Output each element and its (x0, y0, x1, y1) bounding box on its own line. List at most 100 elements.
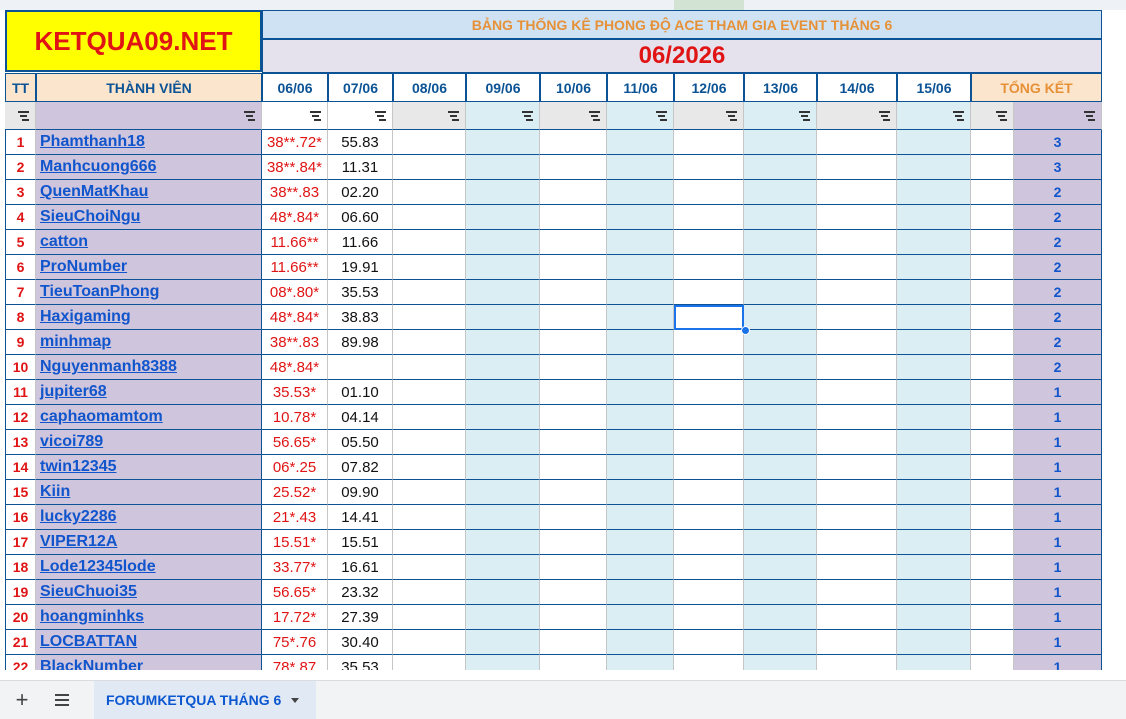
day-0606-cell[interactable]: 48*.84* (262, 355, 328, 380)
member-name-link[interactable]: LOCBATTAN (36, 630, 262, 655)
empty-day-cell[interactable] (607, 305, 674, 330)
empty-day-cell[interactable] (744, 255, 817, 280)
member-name-link[interactable]: caphaomamtom (36, 405, 262, 430)
empty-day-cell[interactable] (817, 280, 897, 305)
empty-day-cell[interactable] (744, 280, 817, 305)
row-number-cell[interactable]: 4 (5, 205, 36, 230)
empty-day-cell[interactable] (971, 430, 1014, 455)
empty-day-cell[interactable] (674, 330, 744, 355)
empty-day-cell[interactable] (971, 355, 1014, 380)
filter-cell-1406[interactable] (817, 102, 897, 130)
filter-cell-1006[interactable] (540, 102, 607, 130)
empty-day-cell[interactable] (393, 330, 466, 355)
day-0606-cell[interactable]: 35.53* (262, 380, 328, 405)
row-number-cell[interactable]: 18 (5, 555, 36, 580)
empty-day-cell[interactable] (607, 555, 674, 580)
empty-day-cell[interactable] (971, 555, 1014, 580)
empty-day-cell[interactable] (897, 130, 971, 155)
row-number-cell[interactable]: 21 (5, 630, 36, 655)
filter-icon[interactable] (310, 111, 321, 121)
empty-day-cell[interactable] (817, 155, 897, 180)
filter-cell-1206[interactable] (674, 102, 744, 130)
empty-day-cell[interactable] (744, 605, 817, 630)
day-0706-cell[interactable]: 11.31 (328, 155, 393, 180)
day-0606-cell[interactable]: 56.65* (262, 580, 328, 605)
total-cell[interactable]: 2 (1014, 255, 1102, 280)
table-row[interactable]: 1 Phamthanh18 38**.72* 55.83 3 (0, 130, 1126, 155)
table-row[interactable]: 17 VIPER12A 15.51* 15.51 1 (0, 530, 1126, 555)
empty-day-cell[interactable] (540, 155, 607, 180)
empty-day-cell[interactable] (393, 230, 466, 255)
empty-day-cell[interactable] (897, 480, 971, 505)
table-row[interactable]: 5 catton 11.66** 11.66 2 (0, 230, 1126, 255)
day-0606-cell[interactable]: 10.78* (262, 405, 328, 430)
day-0706-cell[interactable]: 55.83 (328, 130, 393, 155)
table-row[interactable]: 14 twin12345 06*.25 07.82 1 (0, 455, 1126, 480)
empty-day-cell[interactable] (817, 180, 897, 205)
member-name-link[interactable]: VIPER12A (36, 530, 262, 555)
total-cell[interactable]: 1 (1014, 580, 1102, 605)
empty-day-cell[interactable] (393, 155, 466, 180)
empty-day-cell[interactable] (674, 605, 744, 630)
member-name-link[interactable]: catton (36, 230, 262, 255)
day-0706-cell[interactable]: 14.41 (328, 505, 393, 530)
empty-day-cell[interactable] (674, 455, 744, 480)
total-cell[interactable]: 2 (1014, 205, 1102, 230)
day-0606-cell[interactable]: 08*.80* (262, 280, 328, 305)
row-number-cell[interactable]: 6 (5, 255, 36, 280)
header-date-1206[interactable]: 12/06 (674, 73, 744, 102)
day-0706-cell[interactable]: 35.53 (328, 280, 393, 305)
empty-day-cell[interactable] (897, 605, 971, 630)
row-number-cell[interactable]: 12 (5, 405, 36, 430)
empty-day-cell[interactable] (607, 355, 674, 380)
empty-day-cell[interactable] (466, 580, 540, 605)
empty-day-cell[interactable] (744, 155, 817, 180)
fill-handle[interactable] (741, 326, 750, 335)
total-cell[interactable]: 2 (1014, 355, 1102, 380)
empty-day-cell[interactable] (897, 530, 971, 555)
day-0606-cell[interactable]: 25.52* (262, 480, 328, 505)
day-0706-cell[interactable]: 01.10 (328, 380, 393, 405)
empty-day-cell[interactable] (540, 505, 607, 530)
empty-day-cell[interactable] (393, 405, 466, 430)
empty-day-cell[interactable] (897, 255, 971, 280)
table-row[interactable]: 6 ProNumber 11.66** 19.91 2 (0, 255, 1126, 280)
empty-day-cell[interactable] (674, 155, 744, 180)
empty-day-cell[interactable] (607, 280, 674, 305)
day-0606-cell[interactable]: 21*.43 (262, 505, 328, 530)
empty-day-cell[interactable] (897, 505, 971, 530)
total-cell[interactable]: 1 (1014, 480, 1102, 505)
header-tt[interactable]: TT (5, 73, 36, 102)
empty-day-cell[interactable] (817, 130, 897, 155)
empty-day-cell[interactable] (393, 355, 466, 380)
filter-icon[interactable] (656, 111, 667, 121)
member-name-link[interactable]: Manhcuong666 (36, 155, 262, 180)
member-name-link[interactable]: vicoi789 (36, 430, 262, 455)
filter-icon[interactable] (879, 111, 890, 121)
empty-day-cell[interactable] (674, 280, 744, 305)
day-0706-cell[interactable]: 11.66 (328, 230, 393, 255)
member-name-link[interactable]: minhmap (36, 330, 262, 355)
empty-day-cell[interactable] (466, 305, 540, 330)
empty-day-cell[interactable] (466, 155, 540, 180)
member-name-link[interactable]: hoangminhks (36, 605, 262, 630)
empty-day-cell[interactable] (744, 555, 817, 580)
row-number-cell[interactable]: 22 (5, 655, 36, 670)
empty-day-cell[interactable] (540, 430, 607, 455)
empty-day-cell[interactable] (466, 330, 540, 355)
header-date-1006[interactable]: 10/06 (540, 73, 607, 102)
empty-day-cell[interactable] (971, 305, 1014, 330)
day-0706-cell[interactable]: 27.39 (328, 605, 393, 630)
day-0606-cell[interactable]: 38**.83 (262, 330, 328, 355)
chevron-down-icon[interactable] (291, 697, 300, 703)
empty-day-cell[interactable] (466, 655, 540, 670)
empty-day-cell[interactable] (393, 530, 466, 555)
empty-day-cell[interactable] (540, 180, 607, 205)
empty-day-cell[interactable] (466, 405, 540, 430)
empty-day-cell[interactable] (607, 180, 674, 205)
empty-day-cell[interactable] (607, 205, 674, 230)
empty-day-cell[interactable] (971, 655, 1014, 670)
empty-day-cell[interactable] (971, 130, 1014, 155)
empty-day-cell[interactable] (897, 655, 971, 670)
empty-day-cell[interactable] (607, 330, 674, 355)
